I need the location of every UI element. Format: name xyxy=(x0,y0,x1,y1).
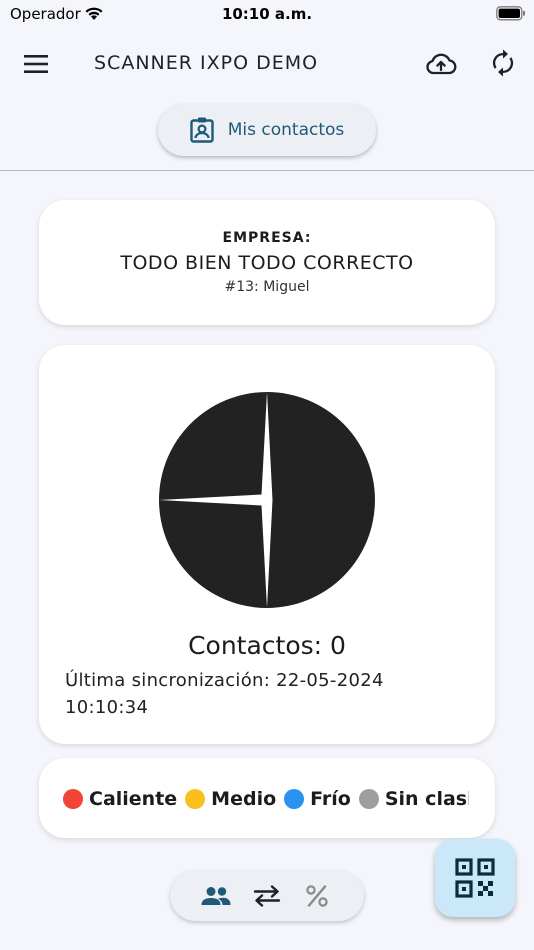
legend-dot xyxy=(185,789,206,809)
legend-item: Medio xyxy=(185,788,276,810)
cloud-upload-icon xyxy=(426,53,457,75)
legend-dot xyxy=(63,789,83,809)
legend-card: Caliente Medio Frío Sin clasificar xyxy=(39,758,495,838)
header-divider xyxy=(0,170,534,171)
company-label: EMPRESA: xyxy=(222,230,312,246)
legend-label: Medio xyxy=(211,788,277,810)
last-sync-text: Última sincronización: 22-05-2024 10:10:… xyxy=(65,670,384,718)
chart-mode-selector xyxy=(170,870,364,921)
legend-label: Sin clasificar xyxy=(384,788,469,810)
sync-button[interactable] xyxy=(486,46,520,80)
legend-item: Frío xyxy=(284,788,351,810)
legend-label: Frío xyxy=(310,788,351,810)
status-bar: Operador 10:10 a.m. xyxy=(0,0,534,28)
app-title: SCANNER IXPO DEMO xyxy=(94,52,319,74)
legend-label: Caliente xyxy=(89,788,178,810)
sync-icon xyxy=(492,49,514,77)
pie-slice xyxy=(159,392,267,500)
upload-button[interactable] xyxy=(422,48,460,80)
contact-badge-icon xyxy=(190,117,214,143)
legend-item: Caliente xyxy=(63,788,177,810)
battery-icon xyxy=(496,6,525,21)
company-user: #13: Miguel xyxy=(224,279,310,295)
my-contacts-button[interactable]: Mis contactos xyxy=(158,104,376,156)
company-card: EMPRESA: TODO BIEN TODO CORRECTO #13: Mi… xyxy=(39,200,495,325)
legend-row[interactable]: Caliente Medio Frío Sin clasificar xyxy=(63,786,469,812)
menu-button[interactable] xyxy=(20,48,52,80)
my-contacts-label: Mis contactos xyxy=(227,120,345,140)
tab-swap[interactable] xyxy=(251,882,283,910)
tab-people[interactable] xyxy=(200,882,232,910)
scan-qr-button[interactable] xyxy=(435,839,515,917)
contacts-count: Contactos: 0 xyxy=(188,631,346,660)
status-time: 10:10 a.m. xyxy=(221,5,313,23)
legend-dot xyxy=(358,789,379,809)
people-icon xyxy=(201,887,231,905)
contacts-pie-chart xyxy=(159,392,375,608)
contacts-chart-card: Contactos: 0 Última sincronización: 22-0… xyxy=(39,345,495,744)
qr-code-icon xyxy=(455,858,495,898)
pie-slice xyxy=(267,392,375,608)
pie-slice xyxy=(159,500,267,608)
percent-icon xyxy=(306,885,328,907)
legend-dot xyxy=(284,789,305,809)
company-name: TODO BIEN TODO CORRECTO xyxy=(120,252,414,274)
app-bar: SCANNER IXPO DEMO xyxy=(0,36,534,92)
swap-icon xyxy=(253,885,281,907)
legend-item: Sin clasificar xyxy=(358,788,469,810)
tab-percent[interactable] xyxy=(301,882,333,910)
menu-icon xyxy=(24,55,48,73)
